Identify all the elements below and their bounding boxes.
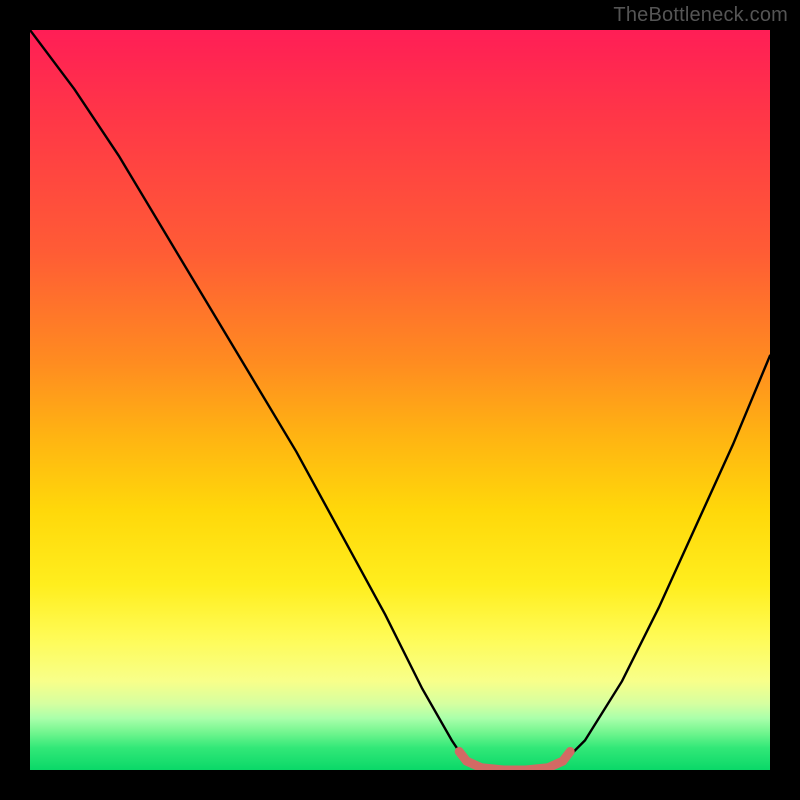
sweet-spot-marker xyxy=(459,752,570,771)
chart-frame: TheBottleneck.com xyxy=(0,0,800,800)
attribution-text: TheBottleneck.com xyxy=(613,4,788,27)
plot-area xyxy=(30,30,770,770)
bottleneck-curve-chart xyxy=(30,30,770,770)
main-curve-line xyxy=(30,30,770,770)
